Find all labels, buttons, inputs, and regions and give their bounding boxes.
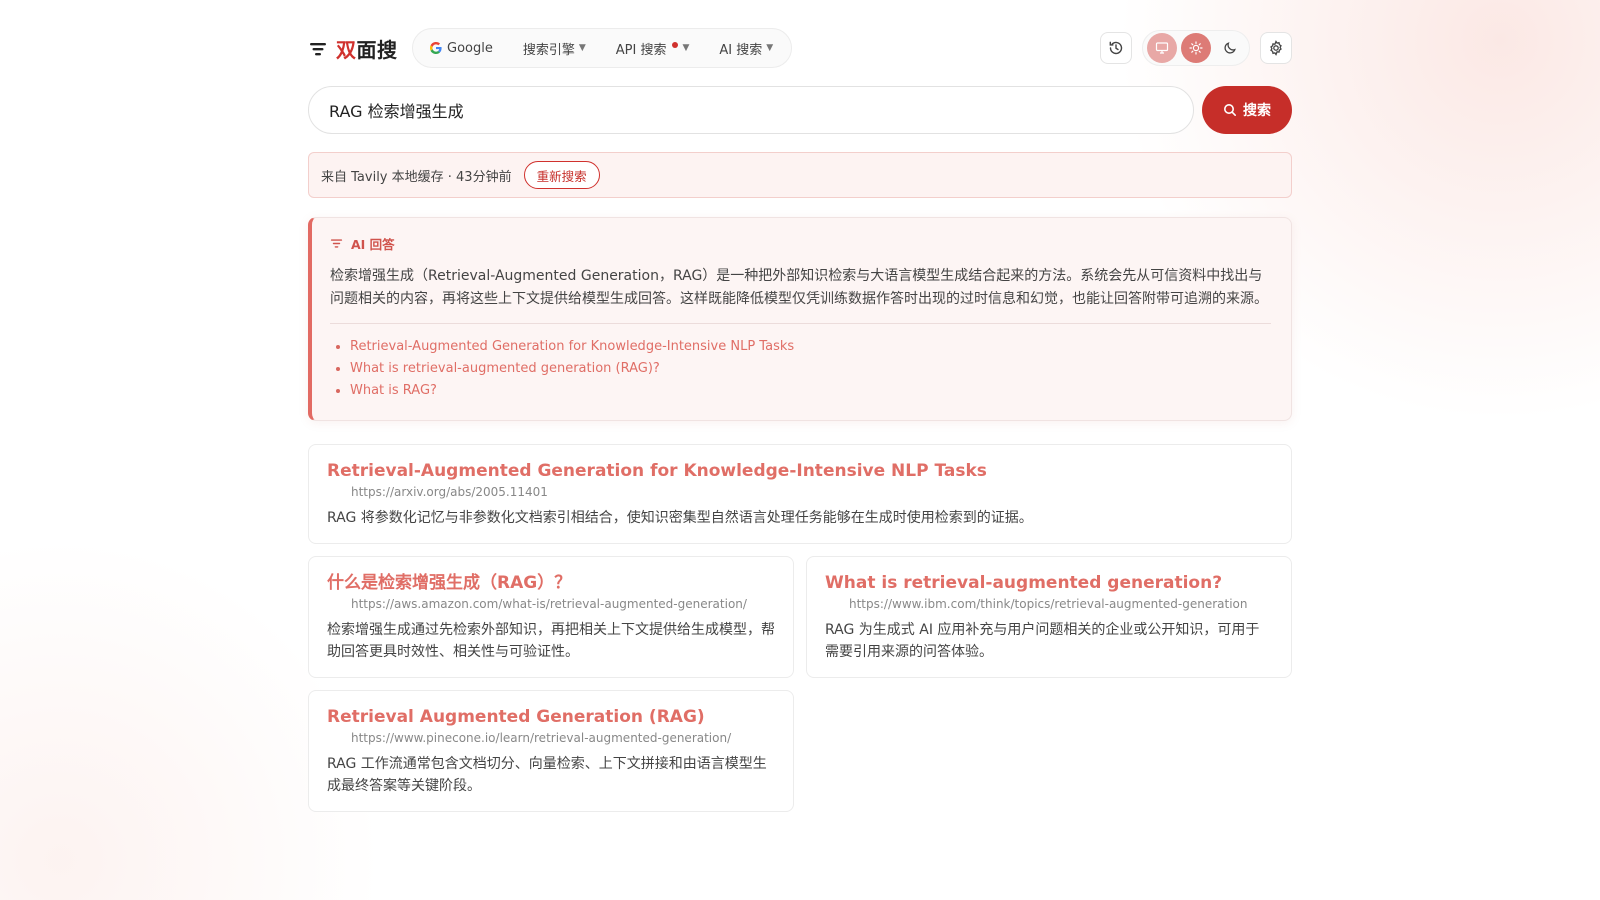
result-snippet: RAG 为生成式 AI 应用补充与用户问题相关的企业或公开知识，可用于需要引用来…: [825, 622, 1260, 660]
search-button-label: 搜索: [1243, 103, 1271, 119]
divider: [330, 323, 1271, 324]
result-card: Retrieval Augmented Generation (RAG) htt…: [308, 690, 794, 812]
moon-icon: [1224, 42, 1236, 54]
engine-api-search-dropdown[interactable]: API 搜索 ▼: [615, 39, 690, 58]
filter-logo-icon: [310, 42, 326, 55]
sun-icon: [1189, 41, 1203, 55]
ai-answer-header: AI 回答: [330, 234, 1271, 253]
retry-search-button[interactable]: 重新搜索: [523, 161, 600, 189]
result-url: https://www.pinecone.io/learn/retrieval-…: [351, 731, 732, 745]
result-snippet: RAG 将参数化记忆与非参数化文档索引相结合，使知识密集型自然语言处理任务能够在…: [327, 510, 1033, 526]
api-search-label: API 搜索: [615, 42, 667, 58]
engine-ai-search-dropdown[interactable]: AI 搜索 ▼: [719, 39, 773, 58]
ai-source-item: What is RAG?: [350, 380, 1271, 402]
search-input[interactable]: [308, 86, 1194, 134]
search-row: 搜索: [308, 86, 1292, 134]
cache-notice: 来自 Tavily 本地缓存 · 43分钟前 重新搜索: [308, 152, 1292, 198]
filter-icon: [330, 239, 343, 248]
ai-source-link[interactable]: Retrieval-Augmented Generation for Knowl…: [350, 339, 794, 354]
header-actions: [1100, 30, 1292, 66]
ai-search-label: AI 搜索: [719, 42, 763, 58]
cache-text: 来自 Tavily 本地缓存 · 43分钟前: [321, 169, 512, 185]
result-snippet: RAG 工作流通常包含文档切分、向量检索、上下文拼接和由语言模型生成最终答案等关…: [327, 756, 767, 794]
chevron-down-icon: ▼: [578, 43, 586, 53]
result-url: https://aws.amazon.com/what-is/retrieval…: [351, 597, 747, 611]
result-url: https://www.ibm.com/think/topics/retriev…: [849, 597, 1248, 611]
status-dot: [672, 42, 679, 48]
result-card: 什么是检索增强生成（RAG）？ https://aws.amazon.com/w…: [308, 556, 794, 678]
engine-selector: Google 搜索引擎 ▼ API 搜索 ▼ AI 搜索 ▼: [412, 28, 793, 68]
google-icon: [429, 42, 442, 54]
result-url: https://arxiv.org/abs/2005.11401: [351, 485, 548, 499]
header: 双面搜 Google 搜索引擎 ▼ API 搜索 ▼ AI 搜索 ▼: [308, 28, 1292, 70]
engine-search-engine-dropdown[interactable]: 搜索引擎 ▼: [523, 39, 586, 58]
theme-system-button[interactable]: [1147, 33, 1177, 63]
result-title[interactable]: Retrieval Augmented Generation (RAG): [327, 705, 775, 729]
theme-light-button[interactable]: [1181, 33, 1211, 63]
ai-source-link[interactable]: What is retrieval-augmented generation (…: [350, 361, 660, 376]
history-icon: [1109, 41, 1123, 55]
ai-answer-title: AI 回答: [351, 237, 395, 252]
history-button[interactable]: [1100, 32, 1132, 64]
result-snippet: 检索增强生成通过先检索外部知识，再把相关上下文提供给生成模型，帮助回答更具时效性…: [327, 622, 775, 660]
chevron-down-icon: ▼: [766, 43, 774, 53]
result-title[interactable]: Retrieval-Augmented Generation for Knowl…: [327, 459, 1273, 483]
result-title[interactable]: 什么是检索增强生成（RAG）？: [327, 571, 775, 595]
gear-icon: [1270, 40, 1282, 56]
ai-answer-card: AI 回答 检索增强生成（Retrieval-Augmented Generat…: [308, 217, 1292, 421]
settings-button[interactable]: [1260, 32, 1292, 64]
result-title[interactable]: What is retrieval-augmented generation?: [825, 571, 1273, 595]
search-button[interactable]: 搜索: [1202, 86, 1292, 134]
theme-dark-button[interactable]: [1215, 33, 1245, 63]
ai-source-list: Retrieval-Augmented Generation for Knowl…: [330, 336, 1271, 402]
ai-source-link[interactable]: What is RAG?: [350, 383, 437, 398]
result-card: What is retrieval-augmented generation? …: [806, 556, 1292, 678]
logo[interactable]: 双面搜: [308, 34, 398, 63]
result-card: Retrieval-Augmented Generation for Knowl…: [308, 444, 1292, 544]
ai-source-item: What is retrieval-augmented generation (…: [350, 358, 1271, 380]
chevron-down-icon: ▼: [682, 43, 690, 53]
search-engine-label: 搜索引擎: [522, 42, 575, 58]
engine-google-label: Google: [447, 40, 493, 56]
engine-google[interactable]: Google: [429, 41, 493, 56]
theme-switcher: [1142, 30, 1250, 66]
app-title: 双面搜: [336, 38, 398, 62]
search-icon: [1224, 104, 1236, 116]
monitor-icon: [1155, 42, 1169, 54]
ai-answer-text: 检索增强生成（Retrieval-Augmented Generation，RA…: [330, 268, 1268, 307]
ai-source-item: Retrieval-Augmented Generation for Knowl…: [350, 336, 1271, 358]
